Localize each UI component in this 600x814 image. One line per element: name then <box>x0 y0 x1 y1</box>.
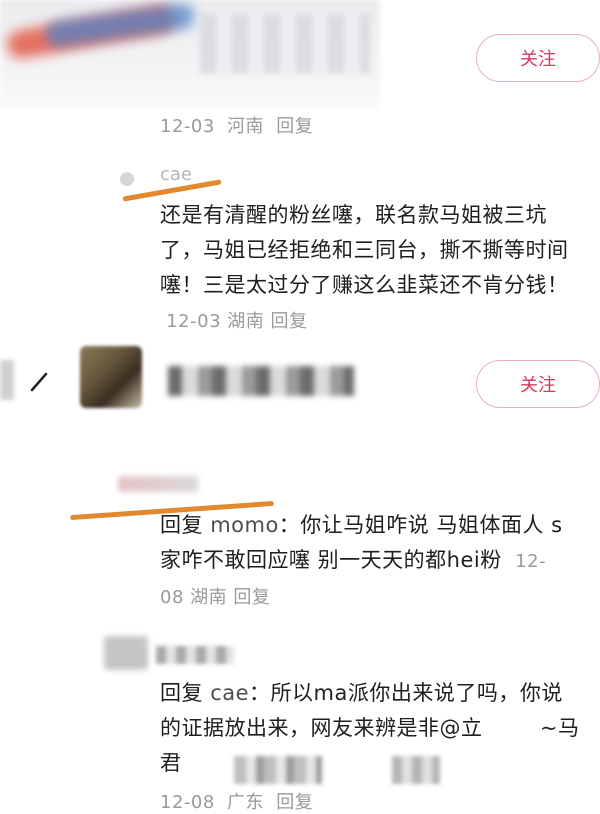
comment-1-reply-link[interactable]: 回复 <box>271 311 308 332</box>
blurred-mosaic-top <box>200 14 370 74</box>
comment-3-reply-prefix: 回复 <box>160 681 203 705</box>
comment-3-meta: 12-08 广东 回复 <box>160 788 313 814</box>
comment-3-reply-to[interactable]: cae <box>210 681 249 705</box>
top-location: 河南 <box>227 116 265 137</box>
blurred-mention-2 <box>392 756 440 784</box>
slash-icon <box>30 372 48 392</box>
comment-1-text: 还是有清醒的粉丝噻，联名款马姐被三坑了，马姐已经拒绝和三同台，撕不撕等时间噻！三… <box>160 198 580 339</box>
top-date: 12-03 <box>160 116 215 137</box>
username-cae[interactable]: cae <box>160 164 192 185</box>
comment-1-body: 还是有清醒的粉丝噻，联名款马姐被三坑了，马姐已经拒绝和三同台，撕不撕等时间噻！三… <box>160 203 569 297</box>
blurred-reply-name-2 <box>118 476 198 492</box>
top-reply-link[interactable]: 回复 <box>276 116 313 137</box>
avatar[interactable] <box>80 346 142 408</box>
comment-2-location: 湖南 <box>190 587 228 608</box>
follow-button-top[interactable]: 关注 <box>476 34 600 82</box>
reply-avatar-cae <box>120 172 134 186</box>
left-edge-blur <box>0 360 14 400</box>
top-meta: 12-03 河南 回复 <box>160 112 313 138</box>
blurred-mention <box>234 756 322 784</box>
comment-3-date: 12-08 <box>160 792 215 813</box>
comment-2-reply-link[interactable]: 回复 <box>233 587 270 608</box>
comment-3-location: 广东 <box>227 792 265 813</box>
blurred-username[interactable] <box>168 366 354 396</box>
follow-button[interactable]: 关注 <box>476 360 600 408</box>
comment-2-reply-prefix: 回复 <box>160 513 203 537</box>
comment-2-reply-to[interactable]: momo <box>210 513 279 537</box>
comment-2-text: 回复 momo：你让马姐咋说 马姐体面人 s家咋不敢回应噻 别一天天的都hei粉… <box>160 513 563 608</box>
blurred-avatar-3 <box>104 636 148 670</box>
comment-1-meta: 12-03 湖南 回复 <box>160 311 308 332</box>
comment-1-date: 12-03 <box>166 311 222 332</box>
blurred-reply-name-3 <box>156 646 234 664</box>
comment-3-reply-link[interactable]: 回复 <box>276 792 313 813</box>
comment-3-text: 回复 cae：所以ma派你出来说了吗，你说的证据放出来，网友来辨是非@立 ~马君 <box>160 681 580 775</box>
comment-1-location: 湖南 <box>227 311 265 332</box>
